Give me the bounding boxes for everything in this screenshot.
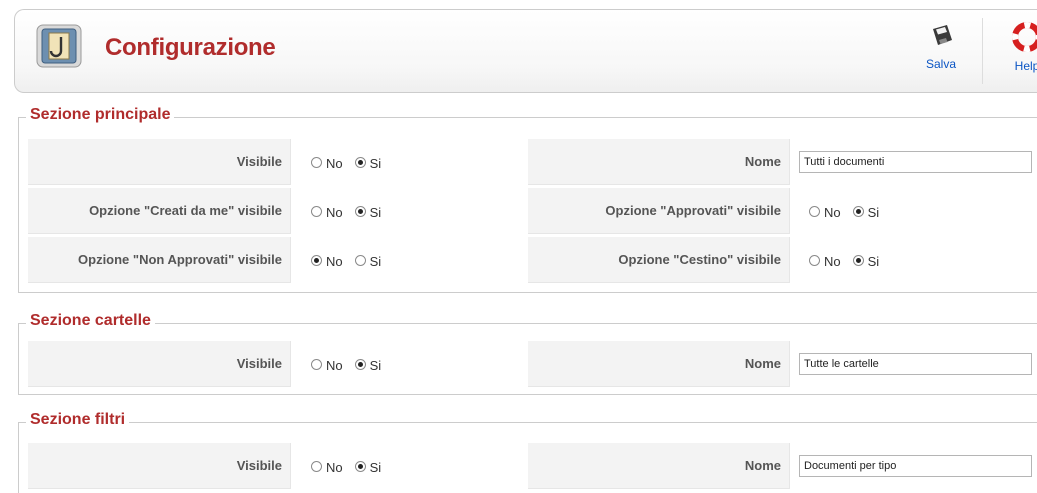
radio-button-selected[interactable] bbox=[354, 460, 366, 472]
floppy-disk-icon bbox=[927, 25, 955, 53]
radio-no[interactable]: No bbox=[809, 202, 841, 220]
radio-button[interactable] bbox=[809, 205, 820, 217]
field-label: Nome bbox=[528, 341, 790, 387]
field-label: Opzione "Non Approvati" visibile bbox=[28, 237, 291, 283]
radio-si[interactable]: Si bbox=[354, 457, 381, 475]
field-label: Opzione "Approvati" visibile bbox=[528, 188, 790, 234]
visibile-radio-group: No Si bbox=[311, 139, 393, 185]
radio-button-selected[interactable] bbox=[311, 254, 322, 266]
section-cartelle: Sezione cartelle Visibile No Si Nome Tut… bbox=[18, 312, 1037, 395]
toolbar-divider bbox=[982, 18, 983, 84]
creati-da-me-radio-group: No Si bbox=[311, 188, 393, 234]
radio-button[interactable] bbox=[311, 156, 322, 168]
radio-si[interactable]: Si bbox=[354, 355, 381, 373]
nome-input[interactable]: Tutte le cartelle bbox=[799, 353, 1032, 375]
radio-button-selected[interactable] bbox=[852, 254, 864, 266]
nome-input[interactable]: Tutti i documenti bbox=[799, 151, 1032, 173]
lifebuoy-icon bbox=[1012, 22, 1037, 55]
radio-button-selected[interactable] bbox=[354, 358, 366, 370]
radio-no[interactable]: No bbox=[311, 202, 343, 220]
save-button[interactable]: Salva bbox=[911, 22, 971, 84]
cestino-radio-group: No Si bbox=[809, 237, 891, 283]
radio-button-selected[interactable] bbox=[354, 205, 366, 217]
field-label: Visibile bbox=[28, 341, 291, 387]
toolbar: Configurazione Salva Help bbox=[14, 9, 1037, 93]
field-label: Visibile bbox=[28, 443, 291, 489]
radio-si[interactable]: Si bbox=[354, 153, 381, 171]
radio-button[interactable] bbox=[311, 460, 322, 472]
radio-button[interactable] bbox=[354, 254, 366, 266]
section-legend: Sezione filtri bbox=[26, 411, 130, 429]
page-title: Configurazione bbox=[105, 34, 276, 61]
help-button-label: Help bbox=[1014, 59, 1037, 73]
field-label: Opzione "Cestino" visibile bbox=[528, 237, 790, 283]
radio-no[interactable]: No bbox=[311, 457, 343, 475]
radio-no[interactable]: No bbox=[311, 153, 343, 171]
help-button[interactable]: Help bbox=[997, 22, 1037, 84]
form-row: Visibile No Si Nome Tutti i documenti bbox=[28, 139, 1037, 185]
section-legend: Sezione cartelle bbox=[26, 312, 155, 330]
section-legend: Sezione principale bbox=[26, 106, 175, 124]
radio-no[interactable]: No bbox=[311, 251, 343, 269]
radio-button-selected[interactable] bbox=[354, 156, 366, 168]
field-label: Opzione "Creati da me" visibile bbox=[28, 188, 291, 234]
radio-button[interactable] bbox=[311, 205, 322, 217]
radio-no[interactable]: No bbox=[809, 251, 841, 269]
visibile-radio-group: No Si bbox=[311, 341, 393, 387]
save-button-label: Salva bbox=[925, 57, 957, 71]
field-label: Nome bbox=[528, 443, 790, 489]
radio-si[interactable]: Si bbox=[354, 202, 381, 220]
form-row: Visibile No Si Nome Documenti per tipo bbox=[28, 443, 1037, 489]
section-filtri: Sezione filtri Visibile No Si Nome Docum… bbox=[18, 411, 1037, 493]
field-label: Nome bbox=[528, 139, 790, 185]
visibile-radio-group: No Si bbox=[311, 443, 393, 489]
radio-si[interactable]: Si bbox=[354, 251, 381, 269]
radio-no[interactable]: No bbox=[311, 355, 343, 373]
configuration-app-icon bbox=[35, 23, 85, 71]
form-row: Opzione "Non Approvati" visibile No Si O… bbox=[28, 237, 1037, 283]
radio-button[interactable] bbox=[311, 358, 322, 370]
radio-si[interactable]: Si bbox=[852, 251, 879, 269]
approvati-radio-group: No Si bbox=[809, 188, 891, 234]
form-row: Visibile No Si Nome Tutte le cartelle bbox=[28, 341, 1037, 387]
nome-input[interactable]: Documenti per tipo bbox=[799, 455, 1032, 477]
radio-button[interactable] bbox=[809, 254, 820, 266]
non-approvati-radio-group: No Si bbox=[311, 237, 393, 283]
field-label: Visibile bbox=[28, 139, 291, 185]
radio-si[interactable]: Si bbox=[852, 202, 879, 220]
section-principale: Sezione principale Visibile No Si Nome T… bbox=[18, 106, 1037, 293]
radio-button-selected[interactable] bbox=[852, 205, 864, 217]
form-row: Opzione "Creati da me" visibile No Si Op… bbox=[28, 188, 1037, 234]
